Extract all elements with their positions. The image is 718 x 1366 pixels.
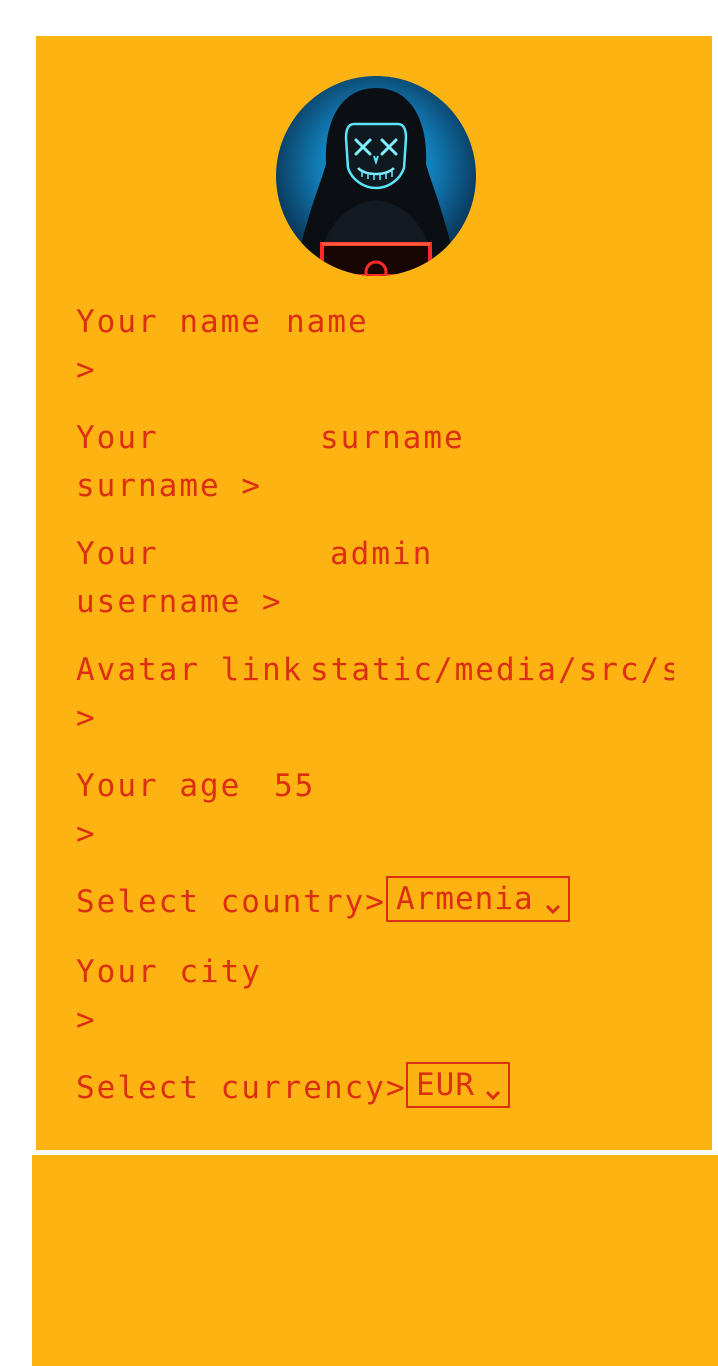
currency-field-row: Select currency>: [76, 1064, 407, 1112]
avatar-link-label: Avatar link: [76, 652, 304, 688]
username-label-part1: Your: [76, 536, 159, 572]
hooded-figure-image: [294, 88, 458, 276]
username-field-row: Your admin username >: [76, 530, 431, 626]
currency-select[interactable]: EUR: [406, 1062, 510, 1108]
name-label: Your name: [76, 304, 262, 340]
name-arrow[interactable]: >: [76, 346, 262, 394]
age-value[interactable]: 55: [274, 762, 315, 810]
surname-value[interactable]: surname: [320, 414, 465, 462]
username-label-part2: username: [76, 584, 242, 620]
surname-label-part2: surname: [76, 468, 221, 504]
name-value[interactable]: name: [286, 298, 369, 346]
country-field-row: Select country>: [76, 878, 386, 926]
currency-label: Select currency>: [76, 1070, 407, 1106]
username-value[interactable]: admin: [330, 530, 433, 578]
name-field-row: Your name name >: [76, 298, 367, 394]
surname-field-row: Your surname surname >: [76, 414, 463, 510]
country-select[interactable]: Armenia: [386, 876, 570, 922]
surname-label-part1: Your: [76, 420, 159, 456]
avatar-link-field-row: Avatar link static/media/src/sl >: [76, 646, 674, 742]
avatar: [276, 76, 476, 276]
age-arrow[interactable]: >: [76, 810, 241, 858]
avatar-link-arrow[interactable]: >: [76, 694, 303, 742]
chevron-down-icon: [484, 1076, 502, 1112]
avatar-link-value[interactable]: static/media/src/sl: [310, 646, 674, 694]
username-arrow[interactable]: >: [262, 584, 283, 620]
city-arrow[interactable]: >: [76, 996, 262, 1044]
currency-selected-value: EUR: [416, 1067, 475, 1103]
country-label: Select country>: [76, 884, 386, 920]
chevron-down-icon: [544, 890, 562, 926]
country-selected-value: Armenia: [396, 881, 534, 917]
city-field-row: Your city >: [76, 948, 262, 1044]
city-label: Your city: [76, 954, 262, 990]
age-field-row: Your age 55 >: [76, 762, 313, 858]
age-label: Your age: [76, 768, 242, 804]
lower-panel: [32, 1155, 718, 1366]
profile-panel: Your name name > Your surname surname > …: [34, 34, 714, 1152]
surname-arrow[interactable]: >: [241, 468, 262, 504]
